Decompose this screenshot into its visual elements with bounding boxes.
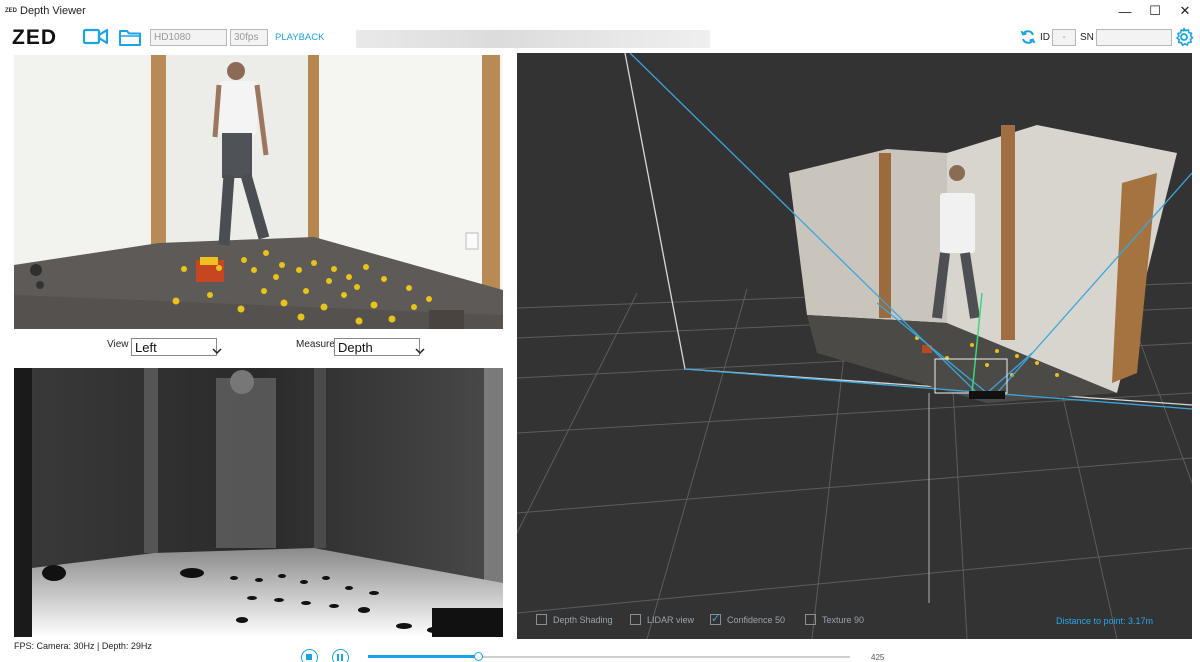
texture-option[interactable]: Texture 90 [805,614,864,625]
pause-button[interactable] [332,649,349,662]
app-logo-icon: ZED [5,8,17,14]
file-path-field [356,30,710,48]
stop-icon [306,654,312,660]
point-cloud-scene [517,53,1192,639]
close-button[interactable]: ✕ [1170,0,1200,22]
depth-shading-label: Depth Shading [553,614,613,625]
texture-label: Texture 90 [822,614,865,625]
window-title: Depth Viewer [20,5,86,17]
title-bar: ZED Depth Viewer — ☐ ✕ [0,0,1200,22]
toolbar: ZED HD1080 30fps PLAYBACK ID - SN [0,24,1200,52]
measure-select-value: Depth [338,340,373,355]
measure-select[interactable]: Depth [334,338,425,356]
depth-shading-option[interactable]: Depth Shading [536,614,613,625]
maximize-button[interactable]: ☐ [1140,0,1170,22]
playback-slider-fill [368,655,479,658]
camera-image [14,55,503,329]
depth-image [14,368,503,637]
stop-button[interactable] [301,649,318,662]
frame-number: 425 [871,653,885,662]
view-label: View [107,339,129,350]
pause-icon [337,653,343,661]
playback-slider-thumb[interactable] [473,652,483,661]
distance-readout: Distance to point: 3.17m [1056,616,1154,626]
id-label: ID [1040,32,1050,43]
left-camera-view[interactable] [14,55,503,329]
fps-status: FPS: Camera: 30Hz | Depth: 29Hz [14,641,152,651]
confidence-label: Confidence 50 [727,614,786,625]
texture-checkbox[interactable] [805,614,816,625]
serial-number-field[interactable] [1096,29,1172,46]
resolution-field[interactable]: HD1080 [150,29,227,46]
lidar-view-checkbox[interactable] [630,614,641,625]
lidar-view-option[interactable]: LIDAR view [630,614,694,625]
refresh-icon[interactable] [1020,29,1036,50]
zed-logo: ZED [12,26,57,49]
view-select[interactable]: Left [131,338,222,356]
fps-field[interactable]: 30fps [230,29,268,46]
playback-link[interactable]: PLAYBACK [275,32,324,43]
lidar-view-label: LIDAR view [647,614,695,625]
gear-icon[interactable] [1174,27,1194,52]
confidence-checkbox[interactable] [710,612,721,625]
measure-label: Measure [296,339,335,350]
id-field[interactable]: - [1052,29,1076,46]
video-camera-icon[interactable] [82,26,109,53]
view-select-value: Left [135,340,157,355]
folder-icon[interactable] [118,26,143,53]
confidence-option[interactable]: Confidence 50 [710,612,786,625]
point-cloud-3d-view[interactable] [517,53,1192,639]
depth-shading-checkbox[interactable] [536,614,547,625]
window-controls: — ☐ ✕ [1110,0,1200,22]
minimize-button[interactable]: — [1110,0,1140,22]
depth-viewer-window: ZED Depth Viewer — ☐ ✕ ZED HD1080 30fps … [0,0,1200,662]
sn-label: SN [1080,32,1094,43]
depth-map-view[interactable] [14,368,503,637]
